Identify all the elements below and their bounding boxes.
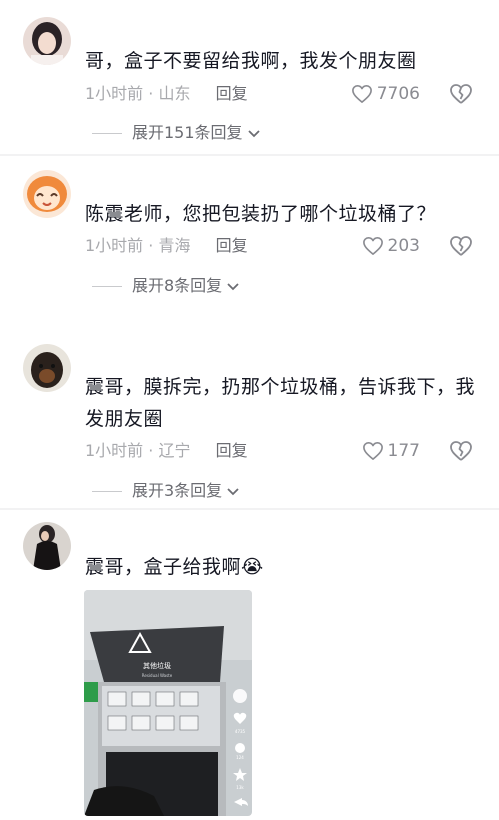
- comment-time: 1小时前: [85, 441, 144, 460]
- divider-line: [92, 132, 122, 134]
- reply-button[interactable]: 回复: [216, 84, 248, 103]
- chevron-down-icon: [247, 130, 260, 138]
- avatar[interactable]: [23, 170, 71, 218]
- heart-icon: [351, 85, 372, 103]
- broken-heart-icon: [450, 441, 472, 461]
- comment-divider: [0, 508, 499, 510]
- comment-meta: 1小时前 · 山东 回复: [85, 82, 248, 106]
- chevron-down-icon: [227, 283, 239, 291]
- avatar[interactable]: [23, 522, 71, 570]
- expand-replies-button[interactable]: 展开151条回复: [92, 122, 261, 144]
- divider-line: [92, 285, 122, 287]
- bin-label: 其他垃圾: [143, 661, 171, 670]
- dislike-button[interactable]: [449, 439, 473, 463]
- expand-replies-label: 展开8条回复: [132, 276, 223, 295]
- comment-meta: 1小时前 · 青海 回复: [85, 234, 248, 258]
- comment-text: 哥，盒子不要留给我啊，我发个朋友圈: [85, 50, 417, 72]
- chevron-down-icon: [227, 488, 239, 496]
- comment-time: 1小时前: [85, 236, 144, 255]
- meta-separator: ·: [143, 84, 159, 103]
- like-count: 203: [387, 236, 420, 256]
- comment-time: 1小时前: [85, 84, 144, 103]
- image-comment-count: 124: [236, 755, 244, 760]
- divider-line: [92, 490, 122, 492]
- like-count: 7706: [376, 84, 420, 104]
- meta-separator: ·: [143, 441, 159, 460]
- heart-icon: [362, 237, 383, 255]
- reply-button[interactable]: 回复: [216, 441, 248, 460]
- dislike-button[interactable]: [449, 82, 473, 106]
- comment-divider: [0, 154, 499, 156]
- comment-text: 陈震老师，您把包装扔了哪个垃圾桶了？: [85, 203, 437, 225]
- comment-text: 震哥，膜拆完，扔那个垃圾桶，告诉我下，我发朋友圈: [85, 376, 476, 430]
- expand-replies-button[interactable]: 展开8条回复: [92, 275, 240, 297]
- expand-replies-label: 展开151条回复: [132, 123, 243, 142]
- avatar[interactable]: [23, 17, 71, 65]
- image-share-count: 13k: [236, 785, 244, 790]
- comment-location: 辽宁: [158, 441, 191, 460]
- comment-meta: 1小时前 · 辽宁 回复: [85, 439, 248, 463]
- comment-text: 震哥，盒子给我啊😭: [85, 556, 264, 578]
- broken-heart-icon: [450, 84, 472, 104]
- like-button[interactable]: 177: [362, 439, 420, 463]
- comment-location: 山东: [158, 84, 191, 103]
- comment-image[interactable]: 其他垃圾 Residual Waste 4735 124 13k: [84, 590, 252, 816]
- bin-sublabel: Residual Waste: [142, 673, 173, 678]
- broken-heart-icon: [450, 236, 472, 256]
- avatar[interactable]: [23, 344, 71, 392]
- meta-separator: ·: [143, 236, 159, 255]
- expand-replies-button[interactable]: 展开3条回复: [92, 480, 240, 502]
- reply-button[interactable]: 回复: [216, 236, 248, 255]
- heart-icon: [362, 442, 383, 460]
- like-button[interactable]: 7706: [351, 82, 420, 106]
- expand-replies-label: 展开3条回复: [132, 481, 223, 500]
- like-button[interactable]: 203: [362, 234, 420, 258]
- image-like-count: 4735: [235, 729, 246, 734]
- comment-location: 青海: [158, 236, 191, 255]
- dislike-button[interactable]: [449, 234, 473, 258]
- like-count: 177: [387, 441, 420, 461]
